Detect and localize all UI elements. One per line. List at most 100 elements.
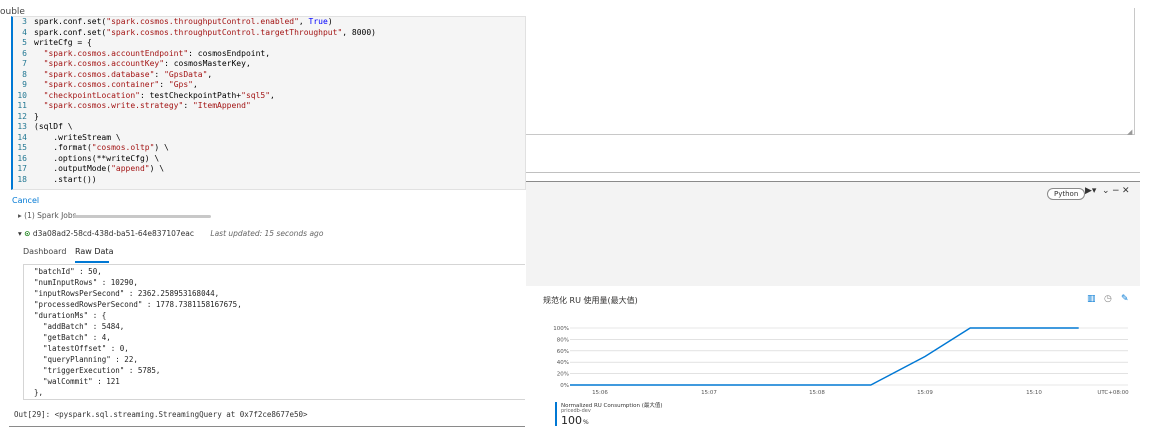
- line-number: 14: [17, 132, 27, 142]
- cancel-link[interactable]: Cancel: [12, 196, 39, 205]
- code-token: "cosmos.oltp": [91, 143, 155, 152]
- code-line: 4 spark.conf.set("spark.cosmos.throughput…: [13, 28, 376, 39]
- y-tick-label: 100%: [553, 326, 569, 332]
- code-token: "spark.cosmos.accountKey": [43, 59, 165, 68]
- tab-dashboard[interactable]: Dashboard: [23, 247, 66, 256]
- code-token: }: [34, 111, 39, 121]
- code-token: ,: [270, 90, 275, 100]
- code-token: : testCheckpointPath+: [139, 90, 242, 100]
- code-token: ): [327, 17, 333, 26]
- code-token: "checkpointLocation": [43, 90, 140, 100]
- raw-data-line: "inputRowsPerSecond" : 2362.258953168044…: [34, 289, 220, 298]
- stream-id: d3a08ad2-58cd-438d-ba51-64e837107eac: [32, 229, 194, 238]
- history-icon[interactable]: ◷: [1104, 294, 1112, 304]
- cell-bottom-divider: [9, 426, 525, 427]
- code-token: .writeStream \: [34, 132, 121, 142]
- raw-data-panel[interactable]: "batchId" : 50, "numInputRows" : 10290, "i…: [23, 264, 525, 400]
- code-token: :: [159, 80, 169, 89]
- code-token: writeCfg = {: [34, 38, 92, 47]
- pin-icon[interactable]: ✎: [1121, 294, 1129, 304]
- tab-raw-data[interactable]: Raw Data: [75, 247, 113, 256]
- legend-value: 100%: [561, 414, 589, 427]
- raw-data-line: "triggerExecution" : 5785,: [34, 366, 161, 375]
- code-token: spark.conf.set(: [34, 17, 107, 26]
- last-updated: Last updated: 15 seconds ago: [210, 229, 324, 238]
- legend-value-number: 100: [561, 414, 582, 427]
- raw-data-line: },: [34, 388, 44, 397]
- code-token: "spark.cosmos.container": [43, 80, 160, 89]
- cell-output-text: Out[29]: <pyspark.sql.streaming.Streamin…: [14, 410, 308, 419]
- spark-jobs-progress: [73, 215, 211, 218]
- code-line: 5 writeCfg = {: [13, 38, 92, 49]
- chevron-down-icon[interactable]: ⌄: [1102, 186, 1110, 196]
- chart-icon[interactable]: ▥: [1087, 294, 1096, 304]
- code-line: 3 spark.conf.set("spark.cosmos.throughput…: [13, 17, 333, 28]
- ru-line-chart: 100% 80% 60% 40% 20% 0% 15:06 15:07 15:08 15:09 15…: [553, 326, 1129, 396]
- code-token: : cosmosMasterKey,: [164, 59, 251, 68]
- code-token: "spark.cosmos.throughputControl.targetTh…: [106, 27, 343, 37]
- code-token: :: [154, 69, 165, 79]
- raw-data-line: "walCommit" : 121: [34, 377, 120, 386]
- code-token: ,: [192, 80, 198, 89]
- code-line: 14 .writeStream \: [13, 132, 121, 144]
- line-number: 16: [17, 153, 27, 163]
- active-tab-indicator: [75, 261, 109, 263]
- x-tick-label: 15:08: [809, 390, 825, 396]
- code-token: : cosmosEndpoint,: [188, 48, 271, 58]
- line-number: 11: [17, 101, 27, 110]
- x-tick-label: 15:09: [917, 390, 933, 396]
- code-line: 15 .format("cosmos.oltp") \: [13, 143, 169, 154]
- code-token: "spark.cosmos.write.strategy": [43, 101, 184, 110]
- code-token: ) \: [154, 143, 169, 152]
- chart-title: 规范化 RU 使用量(最大值): [543, 296, 638, 305]
- language-selector[interactable]: Python: [1047, 188, 1086, 200]
- raw-data-line: "numInputRows" : 10290,: [34, 278, 138, 287]
- close-icon[interactable]: ✕: [1122, 186, 1130, 196]
- code-token: "append": [111, 164, 150, 173]
- code-token: "sql5": [241, 90, 271, 100]
- raw-data-line: "addBatch" : 5484,: [34, 322, 125, 331]
- y-tick-label: 20%: [557, 372, 569, 378]
- y-tick-label: 0%: [560, 383, 569, 389]
- line-number: 8: [22, 69, 27, 79]
- resize-grip-icon[interactable]: ◢: [1127, 128, 1132, 136]
- run-icon[interactable]: ▶▾: [1085, 186, 1096, 196]
- minimize-icon[interactable]: −: [1112, 186, 1120, 196]
- code-token: "GpsData": [164, 69, 208, 79]
- code-token: ,: [207, 69, 213, 79]
- line-number: 3: [22, 17, 27, 26]
- code-token: "spark.cosmos.accountEndpoint": [43, 48, 189, 58]
- x-tick-label: 15:06: [592, 390, 608, 396]
- raw-data-line: "processedRowsPerSecond" : 1778.73811581…: [34, 300, 242, 309]
- raw-data-line: "batchId" : 50,: [34, 267, 102, 276]
- line-number: 6: [22, 48, 27, 58]
- code-line: 10 "checkpointLocation": testCheckpointP…: [13, 91, 275, 102]
- code-token: spark.conf.set(: [34, 27, 107, 37]
- code-token: "ItemAppend": [192, 101, 251, 110]
- caret-down-icon: ▾: [18, 229, 22, 238]
- line-number: 5: [22, 38, 27, 47]
- code-line: 17 .outputMode("append") \: [13, 164, 164, 175]
- caret-right-icon: ▸: [18, 211, 22, 220]
- stream-query-row[interactable]: ▾ ⊙ d3a08ad2-58cd-438d-ba51-64e837107eac…: [18, 229, 323, 238]
- code-editor[interactable]: 3 spark.conf.set("spark.cosmos.throughput…: [11, 16, 526, 190]
- divider: [526, 172, 1140, 173]
- code-token: .options(**writeCfg) \: [34, 153, 160, 163]
- code-line: 9 "spark.cosmos.container": "Gps",: [13, 80, 198, 91]
- code-line: 18 .start()): [13, 175, 96, 186]
- code-token: ) \: [149, 164, 165, 173]
- spark-jobs-toggle[interactable]: ▸ (1) Spark Jobs: [18, 211, 77, 220]
- x-tick-label: 15:10: [1026, 390, 1042, 396]
- y-tick-label: 80%: [557, 337, 569, 343]
- markdown-textarea[interactable]: [526, 8, 1135, 135]
- code-token: .outputMode(: [34, 164, 112, 173]
- spark-jobs-label: (1) Spark Jobs: [24, 211, 77, 220]
- code-token: .format(: [34, 143, 92, 152]
- code-line: 8 "spark.cosmos.database": "GpsData",: [13, 70, 212, 81]
- legend-color-bar: [555, 402, 557, 426]
